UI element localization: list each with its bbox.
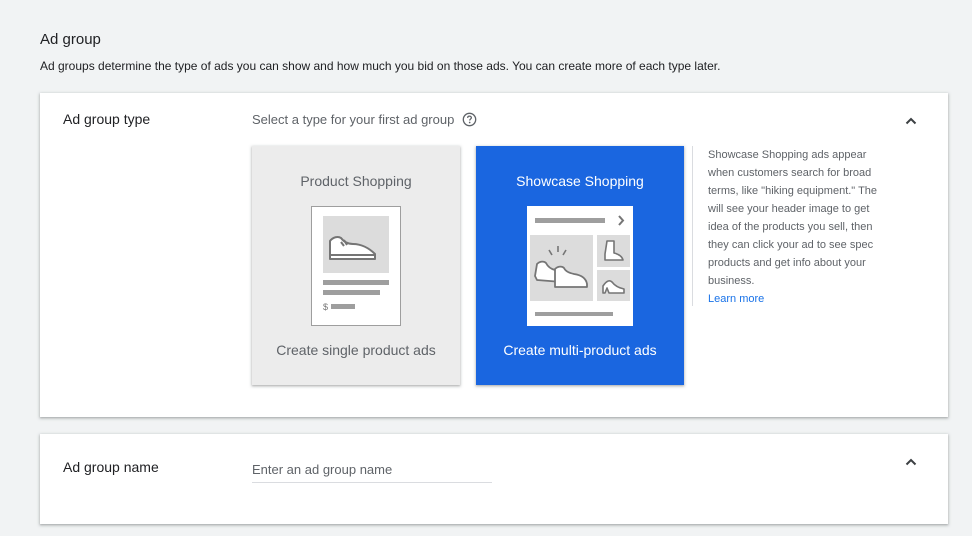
ad-group-type-card: Ad group type Select a type for your fir… <box>40 93 948 417</box>
ad-group-name-card: Ad group name <box>40 434 948 524</box>
section-title: Ad group <box>40 31 101 48</box>
description-line: they can click your ad to see spec <box>708 239 874 251</box>
product-shopping-subtitle: Create single product ads <box>276 342 436 358</box>
ad-group-name-input[interactable] <box>252 456 492 483</box>
showcase-shopping-title: Showcase Shopping <box>516 173 644 189</box>
ad-group-name-label: Ad group name <box>63 459 159 475</box>
product-shopping-option[interactable]: Product Shopping $ Create single product… <box>252 146 460 385</box>
showcase-shopping-option[interactable]: Showcase Shopping Create multi-product a… <box>476 146 684 385</box>
single-product-illustration: $ <box>311 206 401 331</box>
description-line: when customers search for broad <box>708 167 872 179</box>
description-line: Showcase Shopping ads appear <box>708 149 867 161</box>
section-description: Ad groups determine the type of ads you … <box>40 59 721 73</box>
showcase-description: Showcase Shopping ads appear when custom… <box>692 146 901 306</box>
chevron-up-icon[interactable] <box>902 112 920 130</box>
showcase-shopping-subtitle: Create multi-product ads <box>503 342 657 358</box>
description-line: products and get info about your <box>708 257 866 269</box>
chevron-up-icon[interactable] <box>902 453 920 471</box>
ad-group-type-label: Ad group type <box>63 111 151 127</box>
description-line: will see your header image to get <box>708 203 870 215</box>
multi-product-illustration <box>527 206 633 331</box>
svg-text:$: $ <box>323 302 328 312</box>
description-line: terms, like "hiking equipment." The <box>708 185 878 197</box>
description-line: idea of the products you sell, then <box>708 221 873 233</box>
type-prompt: Select a type for your first ad group <box>252 112 477 127</box>
help-circle-icon[interactable] <box>462 112 477 127</box>
learn-more-link[interactable]: Learn more <box>708 290 901 306</box>
description-line: business. <box>708 275 755 287</box>
type-prompt-text: Select a type for your first ad group <box>252 112 455 127</box>
product-shopping-title: Product Shopping <box>300 173 412 189</box>
